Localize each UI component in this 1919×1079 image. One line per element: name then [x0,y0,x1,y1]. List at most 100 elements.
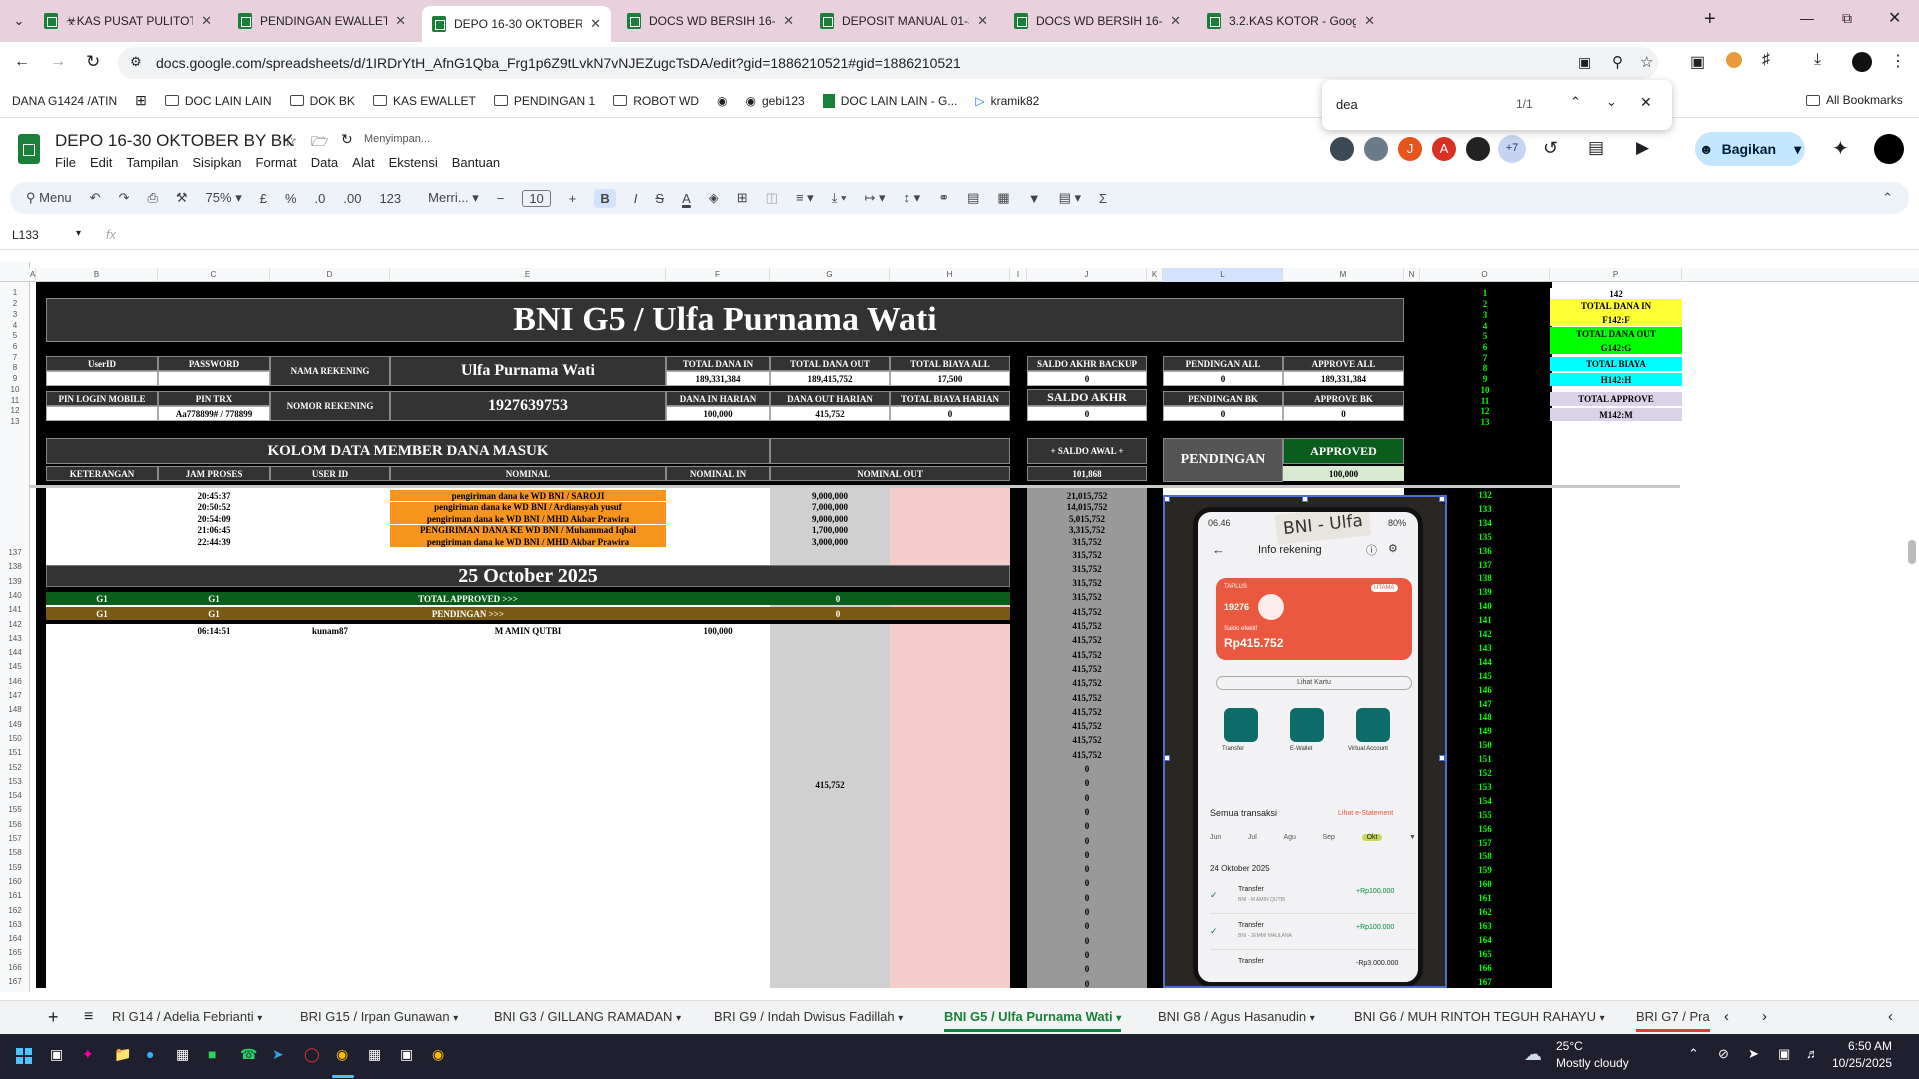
store-icon[interactable]: ▦ [176,1046,189,1063]
pin-login-value[interactable] [46,406,158,421]
display-icon[interactable]: ▣ [1778,1046,1790,1062]
tab-search-icon[interactable]: ⌄ [8,10,30,32]
menu-insert[interactable]: Sisipkan [192,155,241,170]
fill-color-icon[interactable]: ◈ [709,190,719,206]
saldo-value[interactable]: 415,752 [1027,621,1147,632]
total-dana-out-value[interactable]: 189,415,752 [770,371,890,386]
find-prev-icon[interactable]: ⌃ [1570,94,1581,110]
install-icon[interactable]: ▣ [1578,54,1591,71]
saldo-value[interactable]: 0 [1027,935,1147,946]
move-folder-icon[interactable]: 🗁 [311,131,328,155]
merge-cells-icon[interactable]: ◫ [766,190,778,206]
saldo-value[interactable]: 0 [1027,821,1147,832]
filter-views-icon[interactable]: ▤ ▾ [1059,190,1081,206]
row-number[interactable]: 139 [0,577,30,586]
resize-handle[interactable] [1165,755,1170,761]
chrome-icon[interactable]: ◉ [336,1046,348,1063]
saldo-value[interactable]: 0 [1027,778,1147,789]
saldo-value[interactable]: 0 [1027,849,1147,860]
task-view-icon[interactable]: ▣ [50,1046,63,1063]
zoom-icon[interactable]: ⚲ [1612,53,1623,71]
bookmark-item[interactable]: PENDINGAN 1 [493,94,595,108]
document-title[interactable]: DEPO 16-30 OKTOBER BY BK [55,131,293,151]
download-icon[interactable]: ⤓ [1814,51,1821,69]
column-header[interactable]: I [1010,268,1027,282]
row-number[interactable]: 165 [0,948,30,957]
paint-format-icon[interactable]: ⚒ [176,190,188,206]
collaborator-avatar[interactable] [1328,135,1356,163]
saldo-value[interactable]: 415,752 [1027,606,1147,617]
saldo-value[interactable]: 415,752 [1027,706,1147,717]
all-bookmarks[interactable]: All Bookmarks [1806,93,1903,107]
menu-extensions[interactable]: Ekstensi [389,155,438,170]
column-header[interactable]: E [390,268,666,282]
functions-icon[interactable]: Σ [1099,191,1107,206]
sheets-logo-icon[interactable] [18,134,40,164]
row-number[interactable]: 149 [0,720,30,729]
resize-handle[interactable] [1439,755,1445,761]
row-number[interactable]: 154 [0,791,30,800]
member-in[interactable]: 100,000 [666,625,770,637]
collapse-toolbar-icon[interactable]: ⌃ [1882,190,1893,206]
close-tab-icon[interactable]: ✕ [1356,13,1375,29]
apps-grid-icon[interactable]: ⊞ [135,92,147,109]
tx-out[interactable]: 9,000,000 [770,513,890,525]
saldo-value[interactable]: 315,752 [1027,578,1147,589]
search-menu-button[interactable]: ⚲ Menu [26,190,72,206]
row-number[interactable]: 151 [0,748,30,757]
row-number[interactable]: 143 [0,634,30,643]
row-number[interactable]: 152 [0,763,30,772]
out-row-153[interactable]: 415,752 [770,779,890,791]
find-close-icon[interactable]: ✕ [1640,94,1652,111]
collaborator-avatar[interactable] [1362,135,1390,163]
saldo-value[interactable]: 0 [1027,835,1147,846]
saldo-value[interactable]: 415,752 [1027,663,1147,674]
calculator-icon[interactable]: ▦ [368,1046,381,1063]
row-number[interactable]: 141 [0,605,30,614]
saldo-value[interactable]: 315,752 [1027,563,1147,574]
menu-help[interactable]: Bantuan [452,155,500,170]
font-select[interactable]: Merri... ▾ [428,190,479,206]
row-number[interactable]: 158 [0,848,30,857]
bookmark-item[interactable]: ◉ gebi123 [746,94,805,108]
summary-g142[interactable]: G142:G [1550,341,1682,354]
summary-count[interactable]: 142 [1550,288,1682,299]
collaborator-avatar[interactable]: A [1430,135,1458,163]
comment-icon[interactable]: ▤ [1588,138,1604,158]
row-number[interactable]: 12 [0,406,30,415]
member-nominal[interactable]: M AMIN QUTBI [390,625,666,637]
row-number[interactable]: 140 [0,591,30,600]
row-number[interactable]: 153 [0,777,30,786]
whatsapp-icon[interactable]: ☎ [240,1046,257,1063]
summary-f142[interactable]: F142:F [1550,313,1682,326]
row-number[interactable]: 8 [0,363,30,372]
site-info-icon[interactable]: ⚙ [130,54,142,70]
tx-nominal[interactable]: PENGIRIMAN DANA KE WD BNI / Muhammad Iqb… [390,524,666,536]
row-number[interactable]: 4 [0,321,30,330]
collaborator-avatar[interactable] [1464,135,1492,163]
add-sheet-button[interactable]: + [48,1007,59,1028]
insert-chart-icon[interactable]: ▦ [997,190,1009,206]
tx-saldo[interactable]: 315,752 [1027,536,1147,548]
star-icon[interactable]: ☆ [283,131,297,151]
column-header[interactable]: O [1420,268,1550,282]
row-number[interactable]: 5 [0,331,30,340]
number-format-button[interactable]: 123 [379,191,401,206]
approve-bk-value[interactable]: 0 [1283,406,1404,421]
bold-button[interactable]: B [594,188,616,208]
total-biaya-harian-value[interactable]: 0 [890,406,1010,421]
history-icon[interactable]: ↺ [1543,138,1558,159]
column-header[interactable]: L [1163,268,1283,282]
saldo-value[interactable]: 415,752 [1027,735,1147,746]
new-tab-button[interactable]: + [1704,8,1716,31]
volume-icon[interactable]: ♬ [1806,1046,1819,1061]
saldo-value[interactable]: 0 [1027,764,1147,775]
saldo-value[interactable]: 415,752 [1027,635,1147,646]
find-next-icon[interactable]: ⌄ [1606,94,1617,110]
row-number[interactable]: 137 [0,548,30,557]
font-size-input[interactable]: 10 [522,189,551,207]
menu-file[interactable]: File [55,155,76,170]
reload-icon[interactable]: ↻ [86,52,100,72]
tx-jam[interactable]: 20:50:52 [158,501,270,513]
row-number[interactable]: 7 [0,353,30,362]
